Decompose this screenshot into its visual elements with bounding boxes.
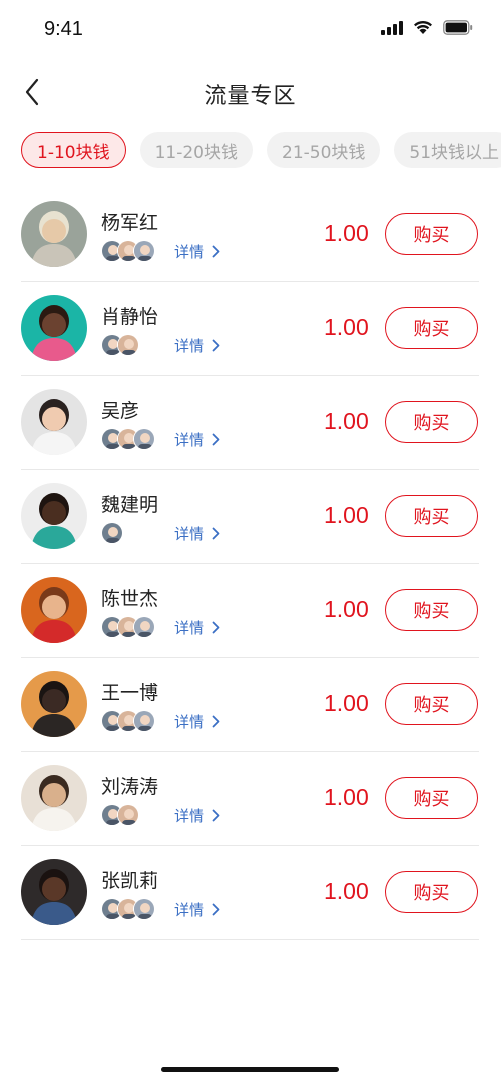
detail-link[interactable]: 详情 [174, 805, 220, 826]
list-item: 吴彦 详情 1.00 购买 [21, 376, 479, 470]
chevron-right-icon [212, 621, 220, 634]
status-bar: 9:41 [0, 0, 501, 60]
avatar[interactable] [21, 295, 87, 361]
price: 1.00 [324, 220, 369, 246]
detail-label: 详情 [174, 337, 205, 355]
buy-button[interactable]: 购买 [385, 213, 478, 255]
person-name: 杨军红 [101, 212, 159, 234]
chevron-right-icon [212, 527, 220, 540]
battery-icon [443, 20, 473, 35]
avatar[interactable] [21, 765, 87, 831]
member-avatars [101, 804, 139, 826]
member-avatars [101, 710, 155, 732]
person-name: 陈世杰 [101, 588, 159, 610]
price-tabs: 1-10块钱 11-20块钱 21-50块钱 51块钱以上 [21, 132, 501, 168]
detail-link[interactable]: 详情 [174, 711, 220, 732]
avatar[interactable] [21, 859, 87, 925]
detail-label: 详情 [174, 807, 205, 825]
avatar[interactable] [21, 671, 87, 737]
list-item: 张凯莉 详情 1.00 购买 [21, 846, 479, 940]
detail-label: 详情 [174, 901, 205, 919]
chevron-right-icon [212, 245, 220, 258]
avatar[interactable] [21, 201, 87, 267]
list-item: 刘涛涛 详情 1.00 购买 [21, 752, 479, 846]
avatar[interactable] [21, 389, 87, 455]
buy-button[interactable]: 购买 [385, 495, 478, 537]
member-avatar [117, 804, 139, 826]
member-avatars [101, 334, 139, 356]
member-avatar [133, 240, 155, 262]
chevron-right-icon [212, 715, 220, 728]
list-item: 肖静怡 详情 1.00 购买 [21, 282, 479, 376]
chevron-right-icon [212, 433, 220, 446]
status-icons [381, 20, 473, 35]
member-avatars [101, 428, 155, 450]
member-avatar [101, 522, 123, 544]
detail-label: 详情 [174, 431, 205, 449]
chevron-right-icon [212, 339, 220, 352]
product-list: 杨军红 详情 1.00 购买 肖静怡 详情 1.00 购买 吴彦 详情 1.00… [21, 188, 479, 940]
home-indicator [161, 1067, 339, 1072]
tab-11-20[interactable]: 11-20块钱 [139, 132, 253, 168]
price: 1.00 [324, 408, 369, 434]
page-title: 流量专区 [204, 84, 297, 109]
buy-button[interactable]: 购买 [385, 871, 478, 913]
detail-label: 详情 [174, 525, 205, 543]
buy-button[interactable]: 购买 [385, 589, 478, 631]
price: 1.00 [324, 690, 369, 716]
price: 1.00 [324, 878, 369, 904]
detail-label: 详情 [174, 619, 205, 637]
buy-button[interactable]: 购买 [385, 683, 478, 725]
person-name: 魏建明 [101, 494, 159, 516]
person-name: 王一博 [101, 682, 159, 704]
wifi-icon [413, 20, 433, 35]
buy-button[interactable]: 购买 [385, 401, 478, 443]
person-name: 刘涛涛 [101, 776, 159, 798]
detail-link[interactable]: 详情 [174, 617, 220, 638]
detail-label: 详情 [174, 243, 205, 261]
detail-link[interactable]: 详情 [174, 241, 220, 262]
price: 1.00 [324, 502, 369, 528]
detail-link[interactable]: 详情 [174, 899, 220, 920]
member-avatar [133, 428, 155, 450]
avatar[interactable] [21, 483, 87, 549]
detail-label: 详情 [174, 713, 205, 731]
price: 1.00 [324, 784, 369, 810]
tab-51-plus[interactable]: 51块钱以上 [394, 132, 501, 168]
list-item: 杨军红 详情 1.00 购买 [21, 188, 479, 282]
chevron-right-icon [212, 903, 220, 916]
member-avatar [133, 898, 155, 920]
list-item: 王一博 详情 1.00 购买 [21, 658, 479, 752]
tab-1-10[interactable]: 1-10块钱 [21, 132, 126, 168]
status-time: 9:41 [44, 18, 83, 40]
detail-link[interactable]: 详情 [174, 523, 220, 544]
chevron-right-icon [212, 809, 220, 822]
person-name: 张凯莉 [101, 870, 159, 892]
tab-21-50[interactable]: 21-50块钱 [267, 132, 381, 168]
signal-icon [381, 20, 403, 35]
list-item: 魏建明 详情 1.00 购买 [21, 470, 479, 564]
member-avatars [101, 522, 123, 544]
person-name: 肖静怡 [101, 306, 159, 328]
nav-bar: 流量专区 [0, 64, 501, 120]
member-avatars [101, 898, 155, 920]
price: 1.00 [324, 314, 369, 340]
member-avatar [133, 710, 155, 732]
detail-link[interactable]: 详情 [174, 429, 220, 450]
detail-link[interactable]: 详情 [174, 335, 220, 356]
member-avatar [133, 616, 155, 638]
buy-button[interactable]: 购买 [385, 777, 478, 819]
avatar[interactable] [21, 577, 87, 643]
member-avatars [101, 616, 155, 638]
member-avatars [101, 240, 155, 262]
list-item: 陈世杰 详情 1.00 购买 [21, 564, 479, 658]
person-name: 吴彦 [101, 400, 140, 422]
price: 1.00 [324, 596, 369, 622]
member-avatar [117, 334, 139, 356]
buy-button[interactable]: 购买 [385, 307, 478, 349]
